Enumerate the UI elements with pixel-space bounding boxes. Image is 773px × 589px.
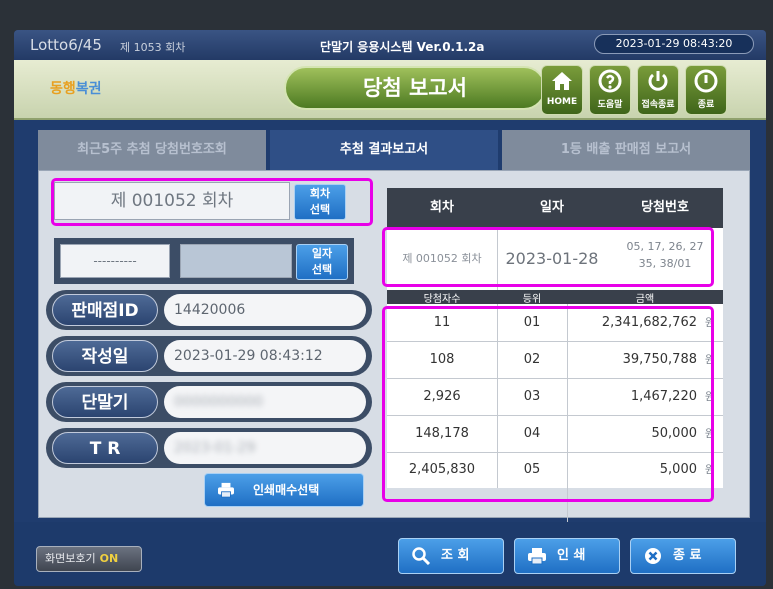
tab-recent-winning-numbers[interactable]: 최근5주 추첨 당첨번호조회 — [38, 130, 266, 170]
draw-table-header: 회차 일자 당첨번호 — [387, 188, 723, 228]
tab-draw-result-report[interactable]: 추첨 결과보고서 — [270, 130, 498, 170]
date-select-label-2: 선택 — [311, 263, 333, 276]
inquiry-button[interactable]: 조 회 — [398, 538, 504, 574]
store-id-value: 14420006 — [164, 294, 366, 326]
kiosk-screen: Lotto6/45 제 1053 회차 단말기 응용시스템 Ver.0.1.2a… — [14, 30, 766, 586]
terminal-value: 0000000000 — [174, 394, 264, 410]
prize-table-highlight-box — [382, 306, 714, 502]
home-button-label: HOME — [546, 97, 578, 107]
datetime-display: 2023-01-29 08:43:20 — [594, 34, 754, 54]
disconnect-button[interactable]: 접속종료 — [637, 65, 679, 115]
screensaver-state: ON — [99, 552, 119, 565]
home-icon — [552, 72, 572, 90]
close-label: 종 료 — [673, 548, 702, 563]
round-highlight-box — [51, 178, 373, 226]
print-button[interactable]: 인 쇄 — [514, 538, 620, 574]
created-date-label: 작성일 — [52, 340, 158, 372]
date-select-button[interactable]: 일자 선택 — [296, 244, 348, 280]
lottery-logo: 동행복권 — [50, 78, 102, 98]
screensaver-toggle[interactable]: 화면보호기 ON — [36, 546, 142, 572]
col-header-amount: 금액 — [635, 294, 655, 305]
draw-info-highlight-box — [382, 227, 714, 287]
exit-app-button[interactable]: 종료 — [685, 65, 727, 115]
prize-table-subheader: 당첨자수 등위 금액 — [387, 290, 723, 305]
screensaver-label: 화면보호기 — [45, 552, 96, 565]
power-icon — [648, 71, 668, 91]
search-icon — [412, 547, 431, 565]
printer-icon — [218, 482, 234, 498]
terminal-row: 단말기 0000000000 — [46, 382, 372, 422]
col-header-rank: 등위 — [522, 294, 542, 305]
col-header-numbers: 당첨번호 — [641, 200, 689, 215]
col-header-winners: 당첨자수 — [423, 294, 461, 305]
tab-first-prize-stores[interactable]: 1등 배출 판매점 보고서 — [502, 130, 750, 170]
logo-text-primary: 동행 — [50, 81, 76, 97]
current-round-label: 제 1053 회차 — [120, 41, 186, 54]
exit-app-button-label: 종료 — [697, 100, 715, 110]
store-id-row: 판매점ID 14420006 — [46, 290, 372, 330]
logo-text-secondary: 복권 — [75, 81, 102, 97]
store-id-label: 판매점ID — [52, 294, 158, 326]
tr-label: T R — [52, 432, 158, 464]
system-version-label: 단말기 응용시스템 Ver.0.1.2a — [320, 40, 485, 54]
col-header-round: 회차 — [430, 200, 454, 215]
print-label: 인 쇄 — [557, 548, 586, 563]
created-date-row: 작성일 2023-01-29 08:43:12 — [46, 336, 372, 376]
help-button[interactable]: 도움말 — [589, 65, 631, 115]
close-icon — [645, 548, 661, 564]
disconnect-button-label: 접속종료 — [641, 100, 675, 110]
date-select-label-1: 일자 — [311, 247, 333, 260]
col-header-date: 일자 — [540, 200, 564, 215]
help-icon — [598, 69, 622, 93]
home-button[interactable]: HOME — [541, 65, 583, 115]
printer-icon — [528, 548, 546, 565]
title-bar: Lotto6/45 제 1053 회차 단말기 응용시스템 Ver.0.1.2a… — [14, 30, 766, 60]
terminal-label: 단말기 — [52, 386, 158, 418]
brand-label: Lotto6/45 — [30, 36, 102, 54]
tr-value: 2023-01-29 — [174, 440, 256, 456]
created-date-value: 2023-01-29 08:43:12 — [164, 340, 366, 372]
print-count-label: 인쇄매수선택 — [253, 483, 320, 497]
help-button-label: 도움말 — [597, 100, 623, 110]
close-button[interactable]: 종 료 — [630, 538, 736, 574]
tr-row: T R 2023-01-29 — [46, 428, 372, 468]
header-band: 동행복권 당첨 보고서 HOME 도움말 접속종료 종료 — [14, 60, 766, 120]
date-from-field[interactable]: ---------- — [60, 244, 170, 278]
tr-value-field: 2023-01-29 — [164, 432, 366, 464]
page-title: 당첨 보고서 — [284, 66, 546, 110]
inquiry-label: 조 회 — [441, 548, 470, 563]
print-count-button[interactable]: 인쇄매수선택 — [204, 473, 364, 507]
footer-bar: 화면보호기 ON 조 회 인 쇄 종 료 — [14, 522, 766, 586]
date-to-field[interactable] — [180, 244, 292, 278]
terminal-value-field: 0000000000 — [164, 386, 366, 418]
exit-icon — [694, 69, 718, 93]
